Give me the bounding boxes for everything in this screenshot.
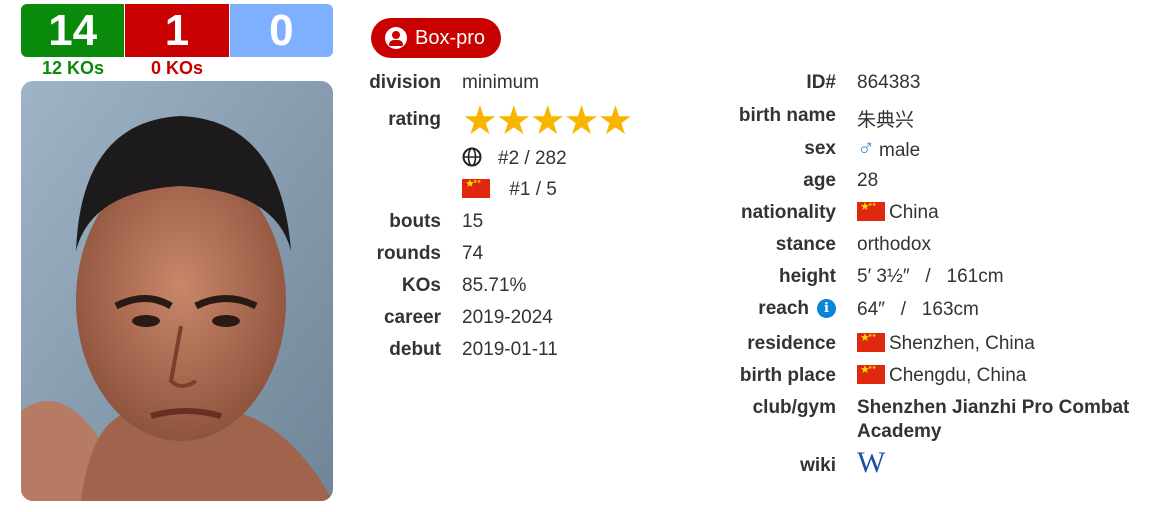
badge-label: Box-pro <box>415 26 486 49</box>
debut-value: 2019-01-11 <box>462 339 558 360</box>
residence-value[interactable]: Shenzhen, China <box>857 331 1035 355</box>
club-value[interactable]: Shenzhen Jianzhi Pro Combat Academy <box>857 396 1147 444</box>
country-rank[interactable]: #1 / 5 <box>462 177 557 201</box>
wikipedia-icon: W <box>857 446 886 479</box>
sex-value: ♂ male <box>857 135 920 163</box>
draws-count: 0 <box>228 4 333 57</box>
age-value: 28 <box>857 170 879 191</box>
kos-label: KOs <box>401 275 441 296</box>
boxer-photo <box>21 81 333 501</box>
career-label: career <box>383 307 441 328</box>
rounds-label: rounds <box>376 243 441 264</box>
rounds-value: 74 <box>462 243 484 264</box>
star-icon: ★ <box>529 101 566 141</box>
sex-label: sex <box>804 138 836 159</box>
rating-label: rating <box>388 109 441 130</box>
star-icon: ★ <box>462 101 498 141</box>
kos-value: 85.71% <box>462 275 527 296</box>
male-symbol-icon: ♂ <box>857 135 875 162</box>
reach-label-wrap: reach i <box>758 298 836 320</box>
rating-stars: ★★★★★ <box>462 101 633 141</box>
country-rank-value: #1 / 5 <box>509 179 557 200</box>
division-label: division <box>369 72 441 93</box>
reach-label: reach <box>758 298 809 319</box>
residence-label: residence <box>747 333 836 354</box>
birthname-label: birth name <box>738 105 836 126</box>
world-rank-value: #2 / 282 <box>498 148 567 169</box>
wins-kos: 12 KOs <box>42 58 105 78</box>
star-icon: ★ <box>495 101 532 141</box>
stance-label: stance <box>775 234 836 255</box>
user-circle-icon <box>385 27 407 49</box>
star-icon: ★ <box>563 101 600 141</box>
losses-kos: 0 KOs <box>151 58 204 78</box>
losses-count: 1 <box>124 4 229 57</box>
info-icon[interactable]: i <box>817 299 836 318</box>
nationality-label: nationality <box>740 202 836 223</box>
id-label: ID# <box>806 72 836 93</box>
nationality-text: China <box>889 202 939 223</box>
debut-label: debut <box>389 339 441 360</box>
club-label: club/gym <box>752 397 836 418</box>
height-label: height <box>779 266 836 287</box>
id-value: 864383 <box>857 72 921 93</box>
china-flag-icon <box>462 177 490 198</box>
china-flag-icon <box>857 363 885 384</box>
wiki-link[interactable]: W <box>857 446 885 480</box>
residence-text: Shenzhen, China <box>889 333 1035 354</box>
bouts-label: bouts <box>389 211 441 232</box>
box-pro-badge[interactable]: Box-pro <box>371 18 502 58</box>
nationality-value[interactable]: China <box>857 200 939 224</box>
star-icon: ★ <box>597 101 633 141</box>
wiki-label: wiki <box>800 455 836 476</box>
stance-value: orthodox <box>857 234 931 255</box>
height-value: 5′ 3½″ / 161cm <box>857 266 1004 287</box>
birthplace-label: birth place <box>739 365 836 386</box>
globe-icon <box>462 147 482 167</box>
birthplace-text: Chengdu, China <box>889 365 1027 386</box>
age-label: age <box>803 170 836 191</box>
birthname-value: 朱典兴 <box>857 110 915 131</box>
sex-text: male <box>879 140 921 161</box>
division-value: minimum <box>462 72 540 93</box>
career-value: 2019-2024 <box>462 307 553 328</box>
wins-count: 14 <box>21 4 125 57</box>
record-box: 14 1 0 <box>21 4 333 57</box>
reach-value: 64″ / 163cm <box>857 299 979 320</box>
china-flag-icon <box>857 331 885 352</box>
bouts-value: 15 <box>462 211 484 232</box>
china-flag-icon <box>857 200 885 221</box>
world-rank[interactable]: #2 / 282 <box>462 147 567 170</box>
birthplace-value[interactable]: Chengdu, China <box>857 363 1027 387</box>
